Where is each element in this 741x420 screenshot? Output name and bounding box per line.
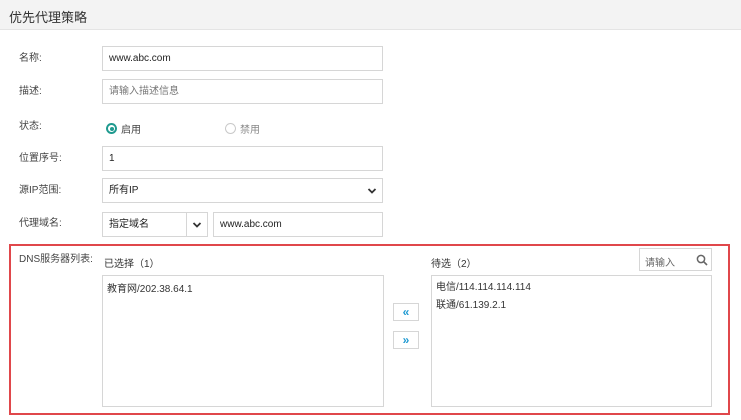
candidate-dns-item[interactable]: 联通/61.139.2.1 — [432, 297, 711, 315]
source-ip-value: 所有IP — [109, 185, 139, 196]
candidate-panel-title: 待选（2） — [431, 259, 477, 270]
page-title: 优先代理策略 — [9, 10, 88, 25]
selected-panel-title: 已选择（1） — [104, 259, 160, 270]
position-input[interactable]: 1 — [102, 146, 383, 171]
selected-dns-list[interactable]: 教育网/202.38.64.1 — [102, 275, 384, 407]
name-input[interactable]: www.abc.com — [102, 46, 383, 71]
proxy-domain-label: 代理域名: — [19, 218, 62, 229]
proxy-domain-mode-select[interactable]: 指定域名 — [102, 212, 187, 237]
candidate-dns-item[interactable]: 电信/114.114.114.114 — [432, 279, 711, 297]
radio-checked-icon — [106, 123, 117, 134]
page-header: 优先代理策略 — [0, 0, 741, 30]
description-input[interactable]: 请输入描述信息 — [102, 79, 383, 104]
status-label: 状态: — [19, 121, 42, 132]
proxy-domain-mode-value: 指定域名 — [109, 219, 149, 230]
status-disabled-radio[interactable]: 禁用 — [225, 121, 260, 136]
move-to-selected-button[interactable]: « — [393, 303, 419, 321]
status-enabled-label: 启用 — [121, 125, 141, 136]
source-ip-select[interactable]: 所有IP — [102, 178, 383, 203]
dns-server-label: DNS服务器列表: — [19, 254, 93, 265]
source-ip-label: 源IP范围: — [19, 185, 62, 196]
description-label: 描述: — [19, 86, 42, 97]
dns-search-input[interactable]: 请输入 — [639, 248, 712, 271]
position-label: 位置序号: — [19, 153, 62, 164]
proxy-domain-mode-toggle[interactable] — [186, 212, 208, 237]
name-label: 名称: — [19, 53, 42, 64]
radio-unchecked-icon — [225, 123, 236, 134]
move-to-candidate-button[interactable]: » — [393, 331, 419, 349]
dns-search-placeholder: 请输入 — [645, 258, 675, 269]
status-disabled-label: 禁用 — [240, 125, 260, 136]
status-enabled-radio[interactable]: 启用 — [106, 121, 141, 136]
search-icon[interactable] — [696, 254, 708, 266]
candidate-dns-list[interactable]: 电信/114.114.114.114 联通/61.139.2.1 — [431, 275, 712, 407]
selected-dns-item[interactable]: 教育网/202.38.64.1 — [103, 282, 383, 298]
chevron-down-icon — [367, 188, 377, 194]
proxy-domain-input[interactable]: www.abc.com — [213, 212, 383, 237]
chevron-down-icon — [192, 222, 202, 228]
